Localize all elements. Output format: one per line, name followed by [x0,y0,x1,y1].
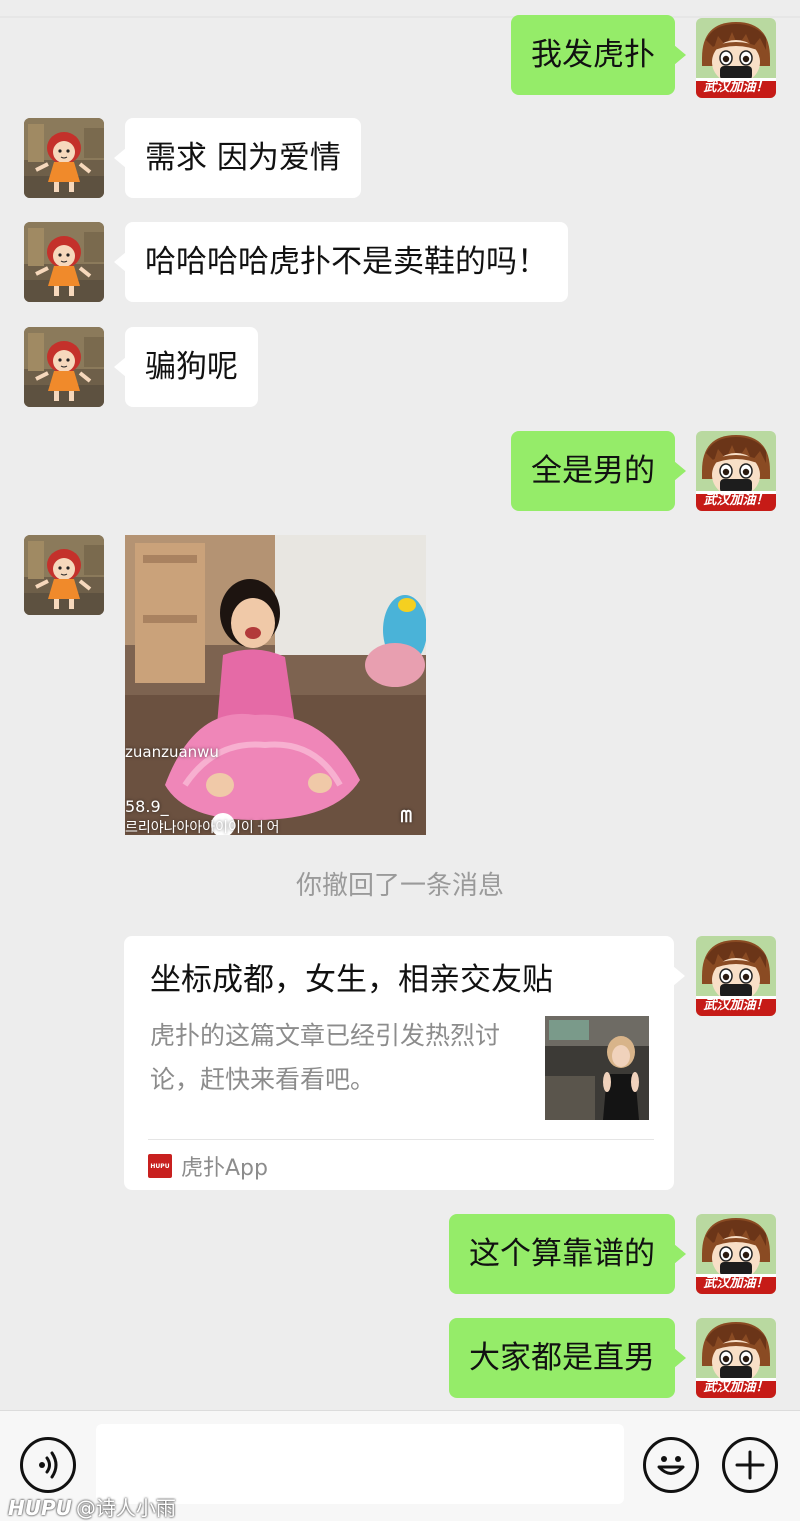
avatar-badge: 武汉加油！ [703,80,769,95]
contact-avatar[interactable] [24,222,104,302]
my-avatar[interactable]: 武汉加油！ [696,936,776,1016]
recalled-message-note: 你撤回了一条消息 [295,871,504,901]
message-bubble-outgoing[interactable]: 这个算靠谱的 [449,1214,686,1294]
crying-girl-photo [125,535,426,835]
card-thumbnail [545,1016,649,1120]
photo-logo-mark: ᗰ [400,807,412,826]
card-description: 虎扑的这篇文章已经引发热烈讨论，赶快来看看吧。 [150,1021,501,1094]
emoji-icon [657,1456,685,1475]
avatar-badge: 武汉加油！ [703,493,769,508]
message-bubble-incoming[interactable]: 哈哈哈哈虎扑不是卖鞋的吗！ [114,222,568,302]
voice-icon [39,1451,58,1479]
chat-area[interactable]: 武汉加油！ 我发虎扑 需求 因为爱情 哈哈哈哈虎扑不是卖鞋的吗！ 骗狗呢 武汉加… [0,0,800,1410]
avatar-badge: 武汉加油！ [703,1380,769,1395]
avatar-badge: 武汉加油！ [703,1276,769,1291]
message-bubble-incoming[interactable]: 需求 因为爱情 [114,118,361,198]
message-bubble-outgoing[interactable]: 大家都是直男 [449,1318,686,1398]
message-bubble-outgoing[interactable]: 我发虎扑 [511,15,686,95]
card-title: 坐标成都，女生，相亲交友贴 [150,962,553,998]
voice-button[interactable] [20,1437,76,1493]
avatar-badge: 武汉加油！ [703,998,769,1013]
my-avatar[interactable]: 武汉加油！ [696,431,776,511]
image-message[interactable]: zuanzuanwu 58.9_ 르리야나아아아이이이ㅓ어 ᗰ [125,535,426,835]
my-avatar[interactable]: 武汉加油！ [696,1214,776,1294]
contact-avatar[interactable] [24,535,104,615]
photo-count: 58.9_ [125,797,169,816]
watermark-brand: HUPU [8,1496,72,1520]
card-source: HUPU 虎扑App [148,1150,268,1182]
card-source-label: 虎扑App [181,1156,268,1181]
my-avatar[interactable]: 武汉加油！ [696,1318,776,1398]
contact-avatar[interactable] [24,327,104,407]
contact-avatar[interactable] [24,118,104,198]
shared-article-card[interactable]: 坐标成都，女生，相亲交友贴 虎扑的这篇文章已经引发热烈讨论，赶快来看看吧。 HU… [124,936,685,1190]
message-bubble-outgoing[interactable]: 全是男的 [511,431,686,511]
photo-username: zuanzuanwu [125,743,219,761]
card-divider [148,1139,654,1140]
watermark: HUPU @诗人小雨 [8,1492,176,1521]
hupu-logo-icon: HUPU [148,1154,172,1178]
message-bubble-incoming[interactable]: 骗狗呢 [114,327,258,407]
emoji-button[interactable] [643,1437,699,1493]
more-button[interactable] [722,1437,778,1493]
divider [0,16,800,18]
watermark-author: @诗人小雨 [75,1496,176,1520]
photo-caption: 르리야나아아아이이이ㅓ어 [125,820,280,835]
plus-icon [735,1450,765,1480]
my-avatar[interactable]: 武汉加油！ [696,18,776,98]
